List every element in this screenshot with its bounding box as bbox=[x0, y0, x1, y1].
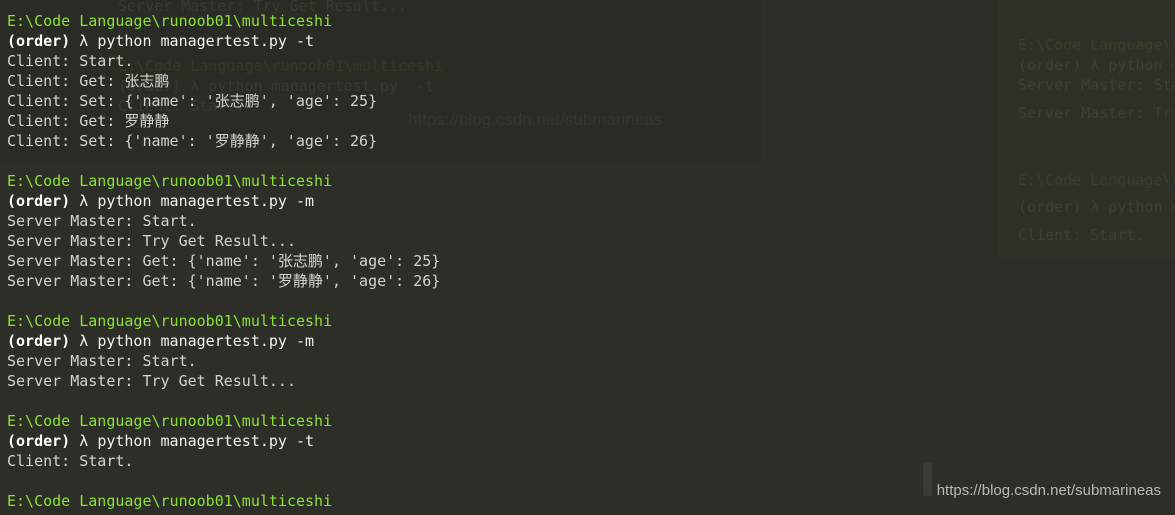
command-line: (order) λ python managertest.py -t bbox=[7, 431, 1175, 451]
output-line: Server Master: Get: {'name': '张志鹏', 'age… bbox=[7, 252, 441, 270]
watermark-glyph-icon bbox=[923, 462, 932, 496]
output-line: Client: Set: {'name': '罗静静', 'age': 26} bbox=[7, 132, 378, 150]
output-line: Client: Start. bbox=[7, 52, 134, 70]
output-line: Server Master: Try Get Result... bbox=[7, 372, 296, 390]
command-line: (order) λ python managertest.py -m bbox=[7, 331, 1175, 351]
lambda-prompt-icon: λ bbox=[79, 192, 89, 210]
command-text: python managertest.py -t bbox=[97, 32, 315, 50]
output-line: Server Master: Start. bbox=[7, 352, 197, 370]
prompt-path: E:\Code Language\runoob01\multiceshi bbox=[7, 172, 333, 190]
prompt-path: E:\Code Language\runoob01\multiceshi bbox=[7, 312, 333, 330]
prompt-path: E:\Code Language\runoob01\multiceshi bbox=[7, 12, 333, 30]
env-name: (order) bbox=[7, 32, 71, 50]
prompt-path: E:\Code Language\runoob01\multiceshi bbox=[7, 412, 333, 430]
output-line: Client: Get: 罗静静 bbox=[7, 112, 170, 130]
lambda-prompt-icon: λ bbox=[79, 32, 89, 50]
command-line: (order) λ python managertest.py -t bbox=[7, 31, 1175, 51]
output-line: Client: Start. bbox=[7, 452, 134, 470]
output-line: Server Master: Try Get Result... bbox=[7, 232, 296, 250]
env-name: (order) bbox=[7, 192, 71, 210]
output-line: Client: Get: 张志鹏 bbox=[7, 72, 170, 90]
output-line: Client: Set: {'name': '张志鹏', 'age': 25} bbox=[7, 92, 378, 110]
lambda-prompt-icon: λ bbox=[79, 432, 89, 450]
env-name: (order) bbox=[7, 432, 71, 450]
watermark-url: https://blog.csdn.net/submarineas bbox=[936, 482, 1161, 499]
command-text: python managertest.py -m bbox=[97, 192, 315, 210]
env-name: (order) bbox=[7, 332, 71, 350]
command-text: python managertest.py -m bbox=[97, 332, 315, 350]
output-line: Server Master: Get: {'name': '罗静静', 'age… bbox=[7, 272, 441, 290]
output-line: Server Master: Start. bbox=[7, 212, 197, 230]
command-line: (order) λ python managertest.py -m bbox=[7, 191, 1175, 211]
terminal-output-area[interactable]: E:\Code Language\runoob01\multiceshi (or… bbox=[0, 0, 1175, 515]
command-text: python managertest.py -t bbox=[97, 432, 315, 450]
lambda-prompt-icon: λ bbox=[79, 332, 89, 350]
